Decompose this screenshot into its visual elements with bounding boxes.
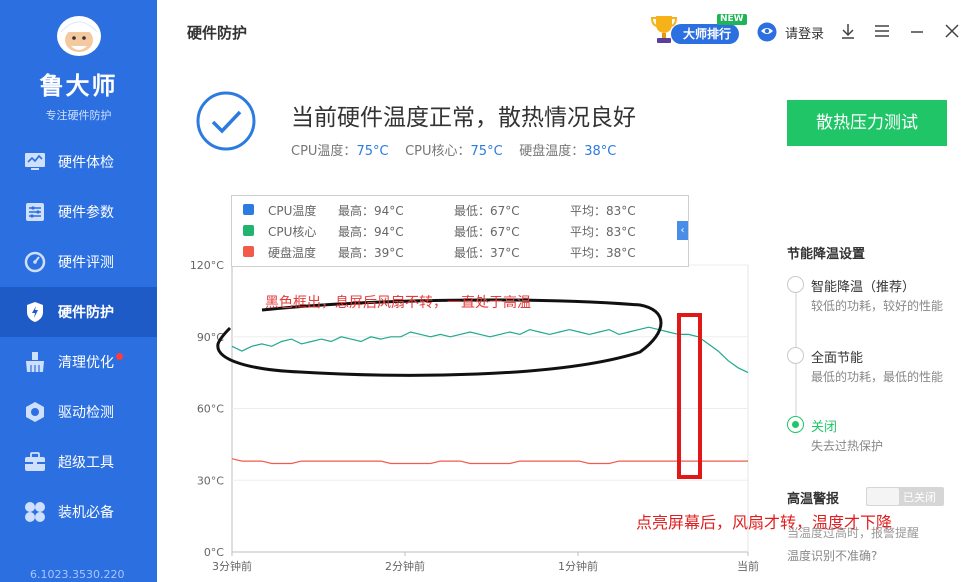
legend-max: 最高：39°C: [338, 246, 404, 260]
y-tick-label: 120°C: [190, 259, 224, 272]
legend-swatch: [243, 204, 254, 215]
option-label: 关闭: [811, 420, 838, 435]
legend-min: 最低：37°C: [454, 246, 520, 260]
high-temp-alarm-toggle[interactable]: 已关闭: [866, 487, 944, 506]
option-desc: 最低的功耗，最低的性能: [811, 370, 944, 384]
annotation-top-note: 黑色框出，息屏后风扇不转，一直处于高温: [265, 295, 531, 311]
legend-swatch: [243, 225, 254, 236]
legend-name: 硬盘温度: [268, 246, 317, 260]
legend-avg: 平均：83°C: [570, 204, 636, 218]
toggle-knob: [867, 488, 899, 505]
legend-row-cpu-temp: CPU温度 最高：94°C 最低：67°C 平均：83°C: [232, 200, 688, 221]
red-box-annotation: [677, 313, 702, 479]
legend-row-disk-temp: 硬盘温度 最高：39°C 最低：37°C 平均：38°C: [232, 242, 688, 263]
legend-avg: 平均：38°C: [570, 246, 636, 260]
toggle-state: 已关闭: [903, 491, 936, 504]
high-temp-alarm-desc: 当温度过高时，报警提醒: [787, 526, 920, 540]
chart-legend: CPU温度 最高：94°C 最低：67°C 平均：83°C CPU核心 最高：9…: [231, 195, 689, 267]
legend-row-cpu-core: CPU核心 最高：94°C 最低：67°C 平均：83°C: [232, 221, 688, 242]
option-label: 智能降温（推荐）: [811, 280, 916, 295]
legend-max: 最高：94°C: [338, 204, 404, 218]
x-tick-label: 2分钟前: [385, 559, 425, 573]
legend-min: 最低：67°C: [454, 204, 520, 218]
legend-swatch: [243, 246, 254, 257]
legend-min: 最低：67°C: [454, 225, 520, 239]
legend-name: CPU温度: [268, 204, 317, 218]
radio-full-power-saving[interactable]: [787, 347, 804, 364]
option-label: 全面节能: [811, 351, 864, 366]
high-temp-alarm-title: 高温警报: [787, 492, 840, 507]
y-tick-label: 60°C: [197, 403, 224, 416]
radio-smart-cooling[interactable]: [787, 276, 804, 293]
x-tick-label: 当前: [737, 559, 759, 573]
option-desc: 失去过热保护: [811, 439, 884, 453]
y-tick-label: 30°C: [197, 474, 224, 487]
series-line-1: [231, 458, 748, 465]
option-desc: 较低的功耗，较好的性能: [811, 299, 944, 313]
legend-collapse-button[interactable]: ‹: [677, 221, 688, 240]
legend-max: 最高：94°C: [338, 225, 404, 239]
legend-name: CPU核心: [268, 225, 317, 239]
radio-off[interactable]: [787, 416, 804, 433]
temp-inaccurate-link[interactable]: 温度识别不准确?: [787, 547, 877, 564]
cooling-settings-title: 节能降温设置: [787, 247, 866, 262]
series-line-0: [231, 326, 749, 374]
x-tick-label: 3分钟前: [212, 559, 252, 573]
x-tick-label: 1分钟前: [558, 559, 598, 573]
y-tick-label: 0°C: [204, 546, 224, 559]
legend-avg: 平均：83°C: [570, 225, 636, 239]
